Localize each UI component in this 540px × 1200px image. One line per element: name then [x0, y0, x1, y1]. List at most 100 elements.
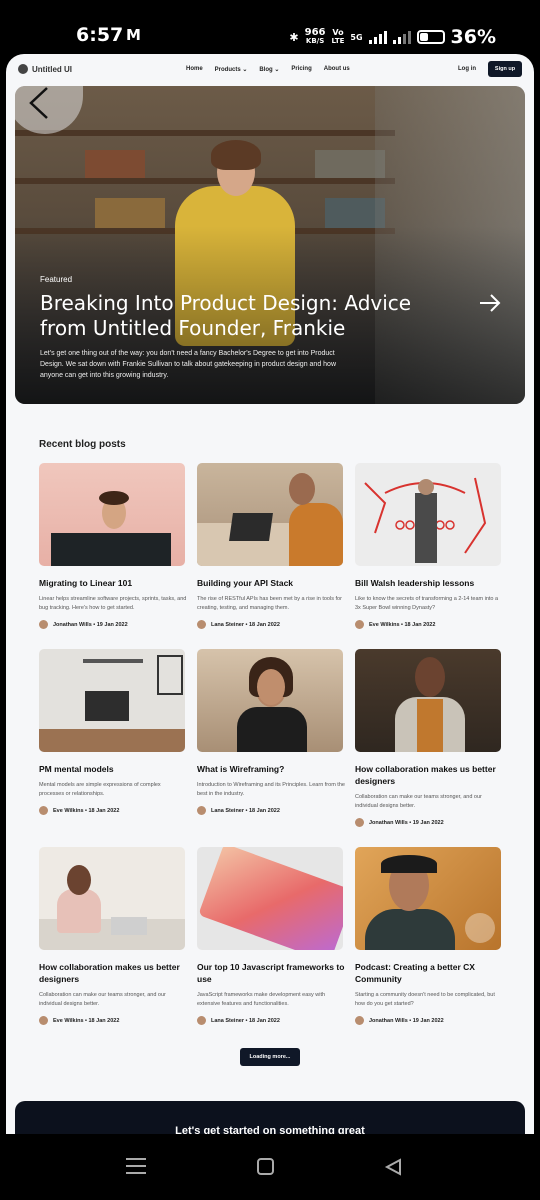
- volte-indicator: Vo LTE: [331, 28, 345, 46]
- post-meta: Jonathan Wills • 19 Jan 2022: [355, 1016, 503, 1025]
- blog-card[interactable]: Bill Walsh leadership lessons Like to kn…: [355, 463, 503, 629]
- post-thumbnail: [39, 463, 185, 566]
- post-thumbnail: [197, 847, 343, 950]
- post-thumbnail: [355, 463, 501, 566]
- post-meta: Lana Steiner • 18 Jan 2022: [197, 806, 345, 815]
- post-meta: Eve Wilkins • 18 Jan 2022: [355, 620, 503, 629]
- post-description: JavaScript frameworks make development e…: [197, 992, 326, 1007]
- play-diagram-icon: [364, 477, 487, 563]
- featured-label: Featured: [40, 275, 73, 284]
- hero-title[interactable]: Breaking Into Product Design: Advice fro…: [40, 291, 460, 341]
- post-meta: Lana Steiner • 18 Jan 2022: [197, 620, 345, 629]
- blog-card[interactable]: Building your API Stack The rise of REST…: [197, 463, 345, 629]
- author-date: Eve Wilkins • 18 Jan 2022: [369, 621, 436, 628]
- post-thumbnail: [197, 649, 343, 752]
- login-link[interactable]: Log in: [458, 66, 476, 72]
- post-thumbnail: [39, 847, 185, 950]
- back-button[interactable]: [15, 86, 83, 134]
- post-title[interactable]: Bill Walsh leadership lessons: [355, 577, 503, 589]
- author-date: Jonathan Wills • 19 Jan 2022: [369, 1017, 444, 1024]
- system-navigation-bar: [0, 1134, 540, 1200]
- avatar: [197, 620, 206, 629]
- author-date: Lana Steiner • 18 Jan 2022: [211, 807, 280, 814]
- site-logo[interactable]: Untitled UI: [18, 64, 72, 74]
- signup-button[interactable]: Sign up: [488, 61, 522, 77]
- fiveg-label: 5G: [350, 32, 363, 42]
- post-meta: Jonathan Wills • 19 Jan 2022: [355, 818, 503, 827]
- shelf: [15, 178, 395, 184]
- avatar: [355, 620, 364, 629]
- post-description: Collaboration can make our teams stronge…: [39, 992, 166, 1007]
- gmail-notification-icon: M: [126, 26, 141, 44]
- site-header: Untitled UI Home Products ⌄ Blog ⌄ Prici…: [6, 54, 534, 86]
- post-title[interactable]: PM mental models: [39, 763, 187, 775]
- logo-icon: [18, 64, 28, 74]
- avatar: [39, 620, 48, 629]
- blog-card[interactable]: What is Wireframing? Introduction to Wir…: [197, 649, 345, 815]
- post-title[interactable]: Migrating to Linear 101: [39, 577, 187, 589]
- post-meta: Jonathan Wills • 19 Jan 2022: [39, 620, 187, 629]
- chevron-left-icon: [29, 87, 48, 119]
- nav-links: Home Products ⌄ Blog ⌄ Pricing About us: [186, 66, 350, 73]
- blog-card[interactable]: How collaboration makes us better design…: [39, 847, 187, 1025]
- author-date: Lana Steiner • 18 Jan 2022: [211, 621, 280, 628]
- post-title[interactable]: Our top 10 Javascript frameworks to use: [197, 961, 345, 985]
- home-icon[interactable]: [257, 1158, 274, 1175]
- avatar: [197, 806, 206, 815]
- avatar: [39, 806, 48, 815]
- back-triangle-icon[interactable]: [384, 1158, 402, 1176]
- post-thumbnail: [355, 649, 501, 752]
- status-icons: ✱ 966 KB/S Vo LTE 5G 36%: [289, 26, 496, 48]
- blog-card[interactable]: Our top 10 Javascript frameworks to use …: [197, 847, 345, 1025]
- post-title[interactable]: Building your API Stack: [197, 577, 345, 589]
- avatar: [355, 818, 364, 827]
- arrow-right-icon[interactable]: [478, 291, 502, 315]
- cta-title: Let's get started on something great: [175, 1125, 365, 1134]
- post-title[interactable]: How collaboration makes us better design…: [39, 961, 187, 985]
- battery-icon: [416, 30, 445, 44]
- blog-card[interactable]: Podcast: Creating a better CX Community …: [355, 847, 503, 1025]
- nav-link-blog[interactable]: Blog ⌄: [259, 66, 279, 73]
- clock: 6:57: [76, 24, 124, 46]
- post-thumbnail: [39, 649, 185, 752]
- avatar: [39, 1016, 48, 1025]
- author-date: Lana Steiner • 18 Jan 2022: [211, 1017, 280, 1024]
- blog-card[interactable]: Migrating to Linear 101 Linear helps str…: [39, 463, 187, 629]
- nav-link-pricing[interactable]: Pricing: [291, 66, 311, 73]
- nav-link-products[interactable]: Products ⌄: [215, 66, 248, 73]
- post-description: Linear helps streamline software project…: [39, 596, 187, 611]
- nav-link-home[interactable]: Home: [186, 66, 203, 73]
- person-hair: [211, 140, 261, 170]
- post-description: Starting a community doesn't need to be …: [355, 992, 495, 1007]
- post-thumbnail: [197, 463, 343, 566]
- post-description: Mental models are simple expressions of …: [39, 782, 161, 797]
- post-description: The rise of RESTful APIs has been met by…: [197, 596, 342, 611]
- author-date: Jonathan Wills • 19 Jan 2022: [53, 621, 128, 628]
- bluetooth-icon: ✱: [289, 30, 299, 44]
- post-title[interactable]: Podcast: Creating a better CX Community: [355, 961, 503, 985]
- blog-card[interactable]: PM mental models Mental models are simpl…: [39, 649, 187, 815]
- post-thumbnail: [355, 847, 501, 950]
- web-page: Untitled UI Home Products ⌄ Blog ⌄ Prici…: [6, 54, 534, 1134]
- avatar: [197, 1016, 206, 1025]
- status-bar: 6:57 M ✱ 966 KB/S Vo LTE 5G 36%: [0, 0, 540, 56]
- featured-post-hero[interactable]: Featured Breaking Into Product Design: A…: [15, 86, 525, 404]
- avatar: [355, 1016, 364, 1025]
- post-meta: Eve Wilkins • 18 Jan 2022: [39, 1016, 187, 1025]
- recent-apps-icon[interactable]: [126, 1158, 146, 1176]
- post-title[interactable]: How collaboration makes us better design…: [355, 763, 503, 787]
- logo-text: Untitled UI: [32, 64, 72, 74]
- nav-link-about[interactable]: About us: [324, 66, 350, 73]
- post-title[interactable]: What is Wireframing?: [197, 763, 345, 775]
- post-meta: Lana Steiner • 18 Jan 2022: [197, 1016, 345, 1025]
- battery-percent: 36%: [450, 26, 496, 48]
- shelf: [15, 130, 395, 136]
- recent-posts-heading: Recent blog posts: [39, 439, 126, 450]
- author-date: Jonathan Wills • 19 Jan 2022: [369, 819, 444, 826]
- books: [85, 150, 145, 178]
- hero-description: Let's get one thing out of the way: you …: [40, 350, 336, 379]
- load-more-button[interactable]: Loading more...: [240, 1048, 300, 1066]
- post-meta: Eve Wilkins • 18 Jan 2022: [39, 806, 187, 815]
- blog-card[interactable]: How collaboration makes us better design…: [355, 649, 503, 827]
- post-description: Collaboration can make our teams stronge…: [355, 794, 482, 809]
